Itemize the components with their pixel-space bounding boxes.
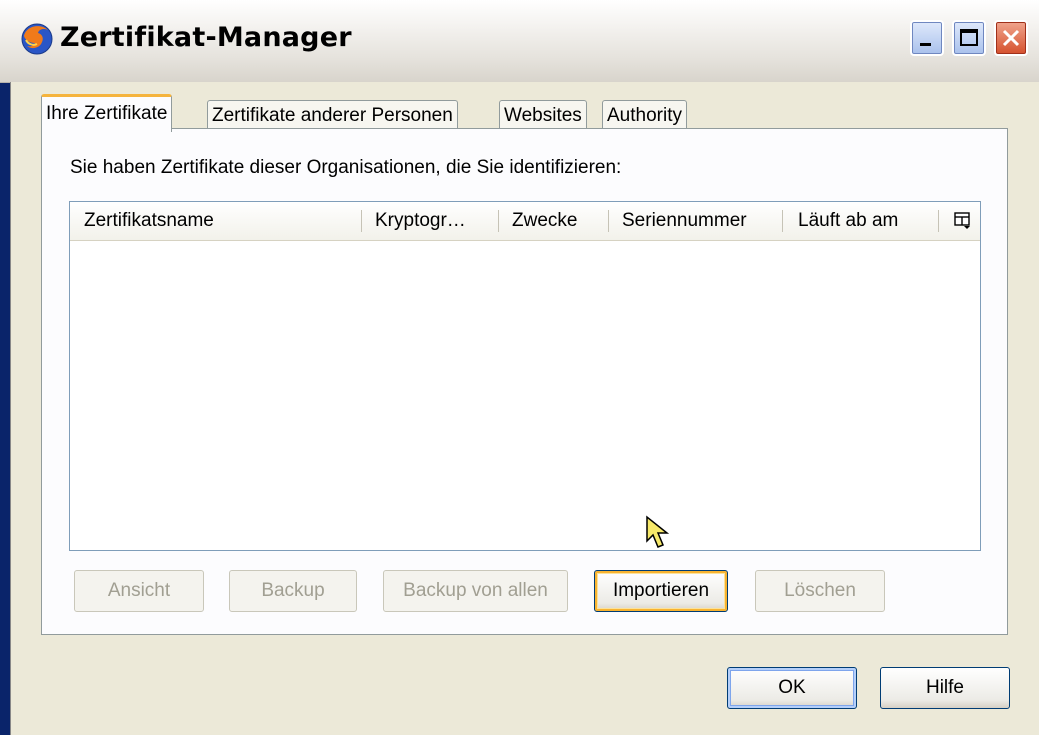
intro-text: Sie haben Zertifikate dieser Organisatio… [70, 157, 622, 178]
tree-header: Zertifikatsname Kryptogr… Zwecke Serienn… [70, 202, 980, 241]
certificate-tree[interactable]: Zertifikatsname Kryptogr… Zwecke Serienn… [69, 201, 981, 551]
tab-websites[interactable]: Websites [499, 100, 587, 130]
tab-ihre-zertifikate[interactable]: Ihre Zertifikate [41, 94, 173, 132]
column-separator[interactable] [498, 210, 499, 232]
column-header-seriennummer[interactable]: Seriennummer [622, 202, 747, 240]
close-button[interactable] [994, 20, 1028, 56]
minimize-icon [920, 43, 931, 46]
tab-zertifikate-anderer-personen[interactable]: Zertifikate anderer Personen [207, 100, 458, 130]
column-separator[interactable] [938, 210, 939, 232]
backup-all-button[interactable]: Backup von allen [383, 570, 568, 612]
column-separator[interactable] [361, 210, 362, 232]
dialog-client-area: Ihre Zertifikate Zertifikate anderer Per… [10, 82, 1039, 735]
column-header-zertifikatsname[interactable]: Zertifikatsname [84, 202, 214, 240]
window-title: Zertifikat-Manager [60, 22, 352, 53]
column-picker-icon[interactable] [954, 212, 972, 230]
maximize-icon [960, 29, 978, 46]
close-icon [1002, 29, 1020, 47]
ok-button[interactable]: OK [727, 667, 857, 709]
view-button[interactable]: Ansicht [74, 570, 204, 612]
column-separator[interactable] [608, 210, 609, 232]
column-header-laeuft-ab-am[interactable]: Läuft ab am [798, 202, 898, 240]
column-separator[interactable] [782, 210, 783, 232]
certificate-manager-window: Zertifikat-Manager Ihre Zertifikate Zert… [0, 0, 1039, 735]
title-bar[interactable]: Zertifikat-Manager [0, 0, 1039, 83]
tab-authority[interactable]: Authority [602, 100, 687, 130]
mouse-cursor-icon [646, 515, 670, 548]
help-button[interactable]: Hilfe [880, 667, 1010, 709]
column-header-zwecke[interactable]: Zwecke [512, 202, 577, 240]
minimize-button[interactable] [910, 20, 944, 56]
backup-button[interactable]: Backup [229, 570, 357, 612]
import-button[interactable]: Importieren [594, 570, 728, 612]
maximize-button[interactable] [952, 20, 986, 56]
column-header-kryptogr[interactable]: Kryptogr… [375, 202, 466, 240]
delete-button[interactable]: Löschen [755, 570, 885, 612]
tab-panel-ihre-zertifikate: Sie haben Zertifikate dieser Organisatio… [41, 128, 1008, 635]
firefox-icon [21, 23, 53, 55]
